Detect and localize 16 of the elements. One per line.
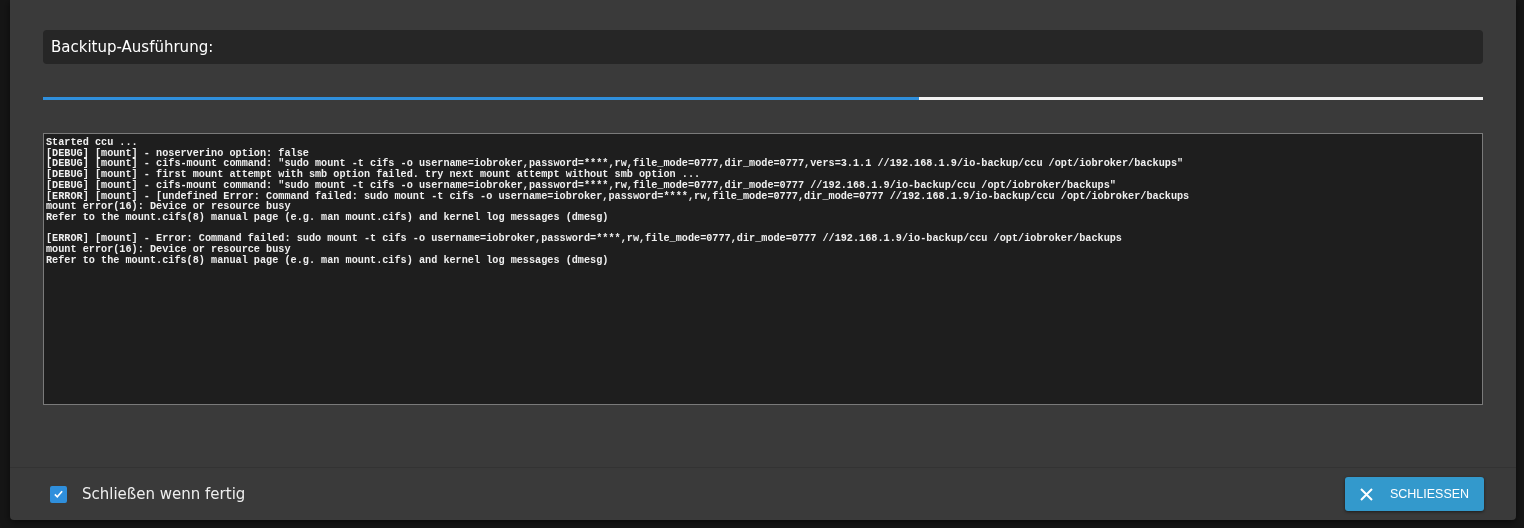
log-line: [ERROR] [mount] - [undefined Error: Command failed: sudo mount -t cifs -o username=iobroker,password=****,rw,file_mode=0777,dir_mode=0777 //192.168.1.9/io-backup/ccu /opt/iobroker/backups [46, 191, 1190, 202]
close-icon [1359, 487, 1373, 501]
log-line: Started ccu ... [46, 138, 138, 148]
log-line: Refer to the mount.cifs(8) manual page (e.g. man mount.cifs) and kernel log messages (dmesg) [46, 212, 609, 224]
checkbox-label: Schließen wenn fertig [82, 485, 246, 503]
log-line: Refer to the mount.cifs(8) manual page (e.g. man mount.cifs) and kernel log messages (dmesg) [46, 255, 609, 267]
dialog-title: Backitup-Ausführung: [43, 30, 1483, 64]
log-line: [DEBUG] [mount] - cifs-mount command: "sudo mount -t cifs -o username=iobroker,password=****,rw,file_mode=0777,dir_mode=0777 //192.168.1.9/io-backup/ccu /opt/iobroker/backups" [46, 180, 1116, 191]
log-line: [ERROR] [mount] - Error: Command failed: sudo mount -t cifs -o username=iobroker,password=****,rw,file_mode=0777,dir_mode=0777 //192.168.1.9/io-backup/ccu /opt/iobroker/backups [46, 234, 1122, 245]
checkbox[interactable] [50, 485, 67, 503]
log-line: [DEBUG] [mount] - noserverino option: false [46, 148, 309, 159]
log-line: [DEBUG] [mount] - first mount attempt with smb option failed. try next mount attempt without smb option ... [46, 170, 701, 181]
log-line: mount error(16): Device or resource busy [46, 245, 291, 256]
log-line: mount error(16): Device or resource busy [46, 202, 291, 213]
log-line: [DEBUG] [mount] - cifs-mount command: "sudo mount -t cifs -o username=iobroker,password=****,rw,file_mode=0777,dir_mode=0777,vers=3.1.1 //192.168.1.9/io-backup/ccu /opt/iobroker/backups" [46, 159, 1184, 170]
close-button[interactable]: SCHLIESSEN [1345, 477, 1484, 511]
